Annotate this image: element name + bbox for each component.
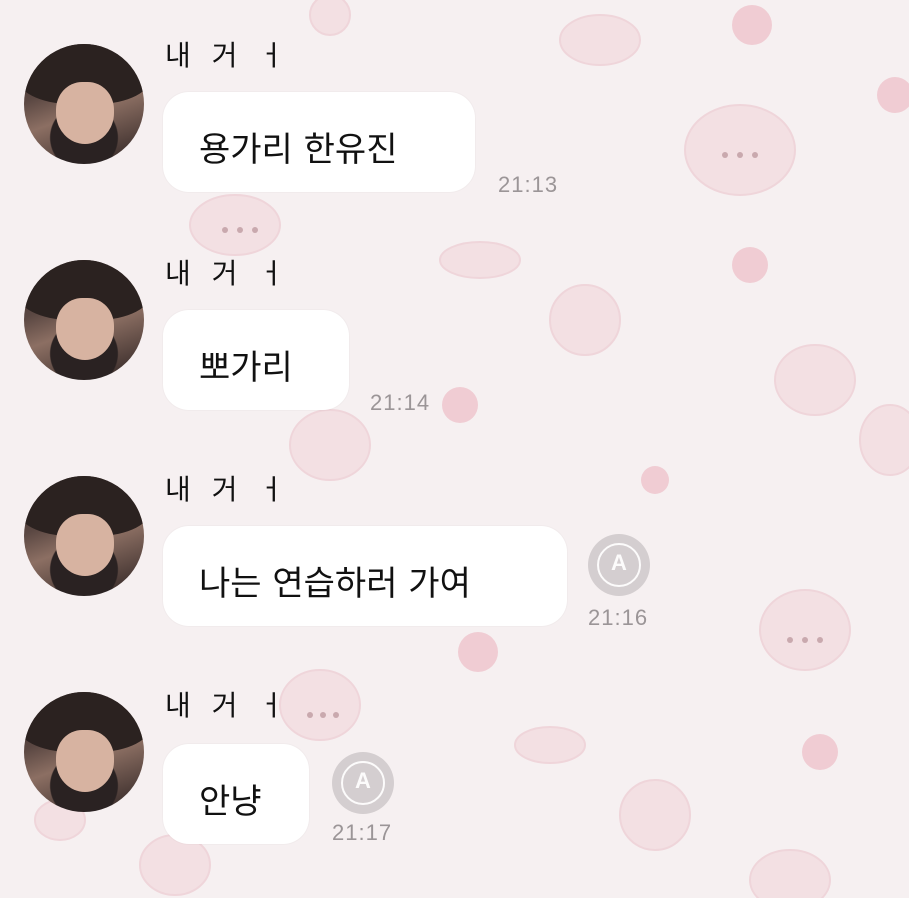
avatar[interactable]	[24, 44, 144, 164]
message-text: 뽀가리	[199, 348, 293, 388]
avatar[interactable]	[24, 476, 144, 596]
avatar-face	[56, 82, 114, 144]
avatar-face	[56, 298, 114, 360]
sender-name: 내 거 ㅓ	[165, 473, 291, 506]
sender-name: 내 거 ㅓ	[165, 689, 291, 722]
message-text: 나는 연습하러 가여	[199, 564, 471, 604]
avatar[interactable]	[24, 260, 144, 380]
avatar-face	[56, 730, 114, 792]
message-bubble[interactable]: 뽀가리	[163, 310, 349, 410]
message-time: 21:13	[498, 172, 559, 197]
message-text: 용가리 한유진	[199, 130, 398, 170]
sender-name: 내 거 ㅓ	[165, 39, 291, 72]
translate-icon[interactable]: A	[332, 752, 394, 814]
message-time: 21:16	[588, 605, 649, 630]
avatar[interactable]	[24, 692, 144, 812]
message-bubble[interactable]: 나는 연습하러 가여	[163, 526, 567, 626]
message-time: 21:17	[332, 820, 393, 845]
sender-name: 내 거 ㅓ	[165, 257, 291, 290]
message-bubble[interactable]: 용가리 한유진	[163, 92, 475, 192]
message-time: 21:14	[370, 390, 431, 415]
translate-icon[interactable]: A	[588, 534, 650, 596]
message-text: 안냥	[199, 782, 262, 822]
translate-letter: A	[611, 550, 627, 575]
translate-letter: A	[355, 768, 371, 793]
avatar-face	[56, 514, 114, 576]
message-bubble[interactable]: 안냥	[163, 744, 309, 844]
